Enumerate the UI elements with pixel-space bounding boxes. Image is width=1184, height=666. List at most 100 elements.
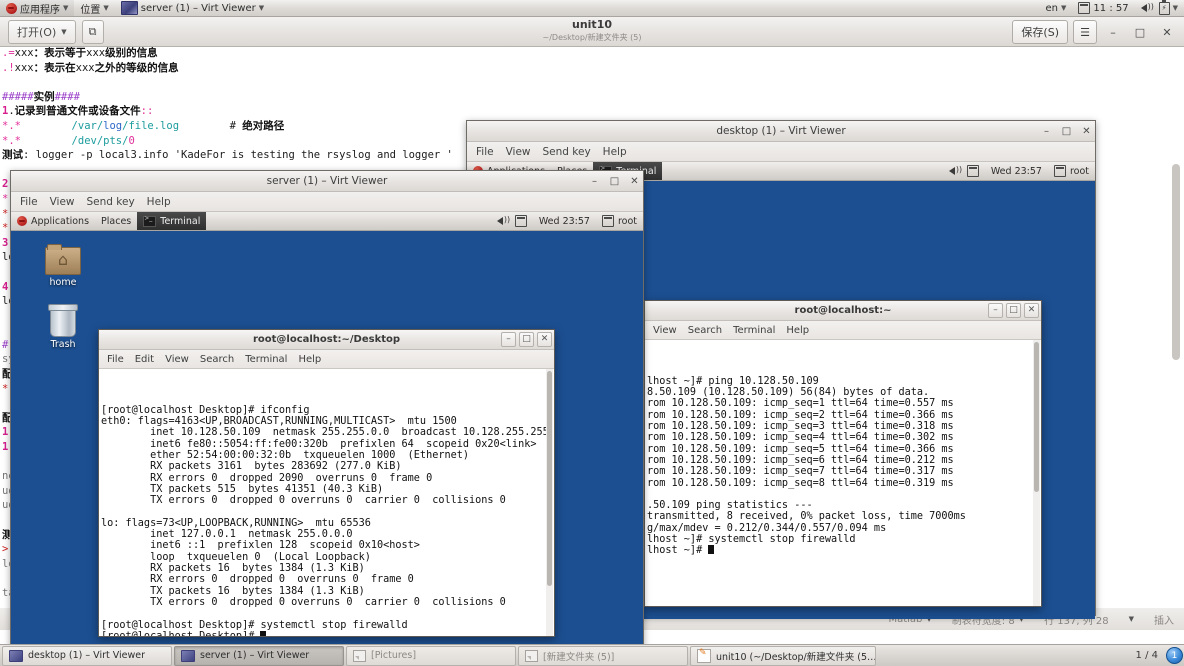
- menu-send-key[interactable]: Send key: [87, 196, 135, 208]
- open-file-button[interactable]: 打开(O) ▼: [8, 20, 76, 44]
- close-button[interactable]: ✕: [1156, 21, 1178, 43]
- menu-help[interactable]: Help: [147, 196, 171, 208]
- desktop-icon-trash[interactable]: Trash: [33, 304, 93, 350]
- keyboard-layout-indicator[interactable]: en ▼: [1040, 0, 1073, 16]
- workspace-switcher[interactable]: 1: [1166, 647, 1183, 664]
- menu-file[interactable]: File: [476, 146, 494, 158]
- taskbar-button-gedit[interactable]: unit10 (~/Desktop/新建文件夹 (5…: [690, 645, 876, 666]
- taskbar-button-server-vm[interactable]: server (1) – Virt Viewer: [174, 645, 344, 666]
- clock-indicator[interactable]: 11 : 57: [1072, 0, 1134, 16]
- scrollbar-thumb[interactable]: [1034, 342, 1039, 492]
- goto-line-dropdown[interactable]: ▼: [1119, 615, 1144, 623]
- server-vm-terminal-window[interactable]: root@localhost:~/Desktop – □ ✕ File Edit…: [98, 329, 555, 637]
- desktop-terminal-titlebar[interactable]: root@localhost:~ – □ ✕: [645, 301, 1041, 321]
- image-icon: [353, 649, 366, 662]
- terminal-line: ether 52:54:00:00:32:0b txqueuelen 1000 …: [101, 450, 470, 462]
- scrollbar-thumb[interactable]: [547, 371, 552, 586]
- minimize-icon[interactable]: –: [501, 332, 516, 347]
- taskbar-button-label: server (1) – Virt Viewer: [200, 650, 310, 661]
- terminal-scrollbar[interactable]: [1033, 340, 1040, 606]
- applications-menu[interactable]: 应用程序 ▼: [0, 0, 75, 16]
- server-terminal-output[interactable]: [root@localhost Desktop]# ifconfig eth0: …: [99, 369, 554, 636]
- guest-network-indicator[interactable]: [961, 162, 985, 180]
- taskbar-button-pictures[interactable]: [Pictures]: [346, 645, 516, 666]
- document-span: 测试: [2, 149, 23, 162]
- menu-help[interactable]: Help: [786, 325, 809, 336]
- server-vm-titlebar[interactable]: server (1) – Virt Viewer – □ ✕: [11, 171, 643, 192]
- close-icon[interactable]: ✕: [1024, 303, 1039, 318]
- desktop-vm-titlebar[interactable]: desktop (1) – Virt Viewer – □ ✕: [467, 121, 1095, 142]
- document-span: 1: [2, 441, 9, 454]
- minimize-button[interactable]: –: [1102, 21, 1124, 43]
- guest-clock[interactable]: Wed 23:57: [985, 162, 1048, 180]
- gedit-titlebar: 打开(O) ▼ ⧉ unit10 ~/Desktop/新建文件夹 (5) 保存(…: [0, 16, 1184, 47]
- terminal-line: rom 10.128.50.109: icmp_seq=3 ttl=64 tim…: [647, 421, 954, 433]
- minimize-icon[interactable]: –: [988, 303, 1003, 318]
- close-icon[interactable]: ✕: [629, 176, 640, 187]
- menu-help[interactable]: Help: [603, 146, 627, 158]
- scrollbar-thumb[interactable]: [1172, 164, 1180, 360]
- guest-network-indicator[interactable]: [509, 212, 533, 230]
- menu-view[interactable]: View: [50, 196, 75, 208]
- maximize-icon[interactable]: □: [1061, 126, 1072, 137]
- menu-file[interactable]: File: [20, 196, 38, 208]
- menu-view[interactable]: View: [165, 354, 189, 365]
- desktop-vm-terminal-window[interactable]: root@localhost:~ – □ ✕ View Search Termi…: [644, 300, 1042, 607]
- document-span: ####: [54, 90, 80, 103]
- terminal-scrollbar[interactable]: [546, 369, 553, 636]
- document-span: .!: [2, 61, 15, 74]
- menu-view[interactable]: View: [506, 146, 531, 158]
- server-terminal-titlebar[interactable]: root@localhost:~/Desktop – □ ✕: [99, 330, 554, 350]
- save-button[interactable]: 保存(S): [1012, 20, 1068, 44]
- taskbar-button-new-folder[interactable]: [新建文件夹 (5)]: [518, 645, 688, 666]
- minimize-icon[interactable]: –: [1041, 126, 1052, 137]
- guest-user-menu[interactable]: root: [1048, 162, 1095, 180]
- guest-clock[interactable]: Wed 23:57: [533, 212, 596, 230]
- guest-places-menu[interactable]: Places: [95, 212, 137, 230]
- menu-edit[interactable]: Edit: [135, 354, 154, 365]
- guest-terminal-task[interactable]: Terminal: [137, 212, 207, 230]
- close-icon[interactable]: ✕: [537, 332, 552, 347]
- desktop-terminal-menubar: View Search Terminal Help: [645, 321, 1041, 340]
- desktop-icon-label: home: [49, 277, 77, 288]
- desktop-icon-home[interactable]: home: [33, 244, 93, 288]
- guest-user-menu[interactable]: root: [596, 212, 643, 230]
- menu-help[interactable]: Help: [298, 354, 321, 365]
- minimize-icon[interactable]: –: [589, 176, 600, 187]
- menu-view[interactable]: View: [653, 325, 677, 336]
- document-span: *: [2, 207, 9, 220]
- taskbar-button-desktop-vm[interactable]: desktop (1) – Virt Viewer: [2, 645, 172, 666]
- document-span: 级别的信息: [105, 47, 158, 59]
- hamburger-menu-icon[interactable]: ☰: [1073, 20, 1097, 44]
- maximize-icon[interactable]: □: [1006, 303, 1021, 318]
- active-window-menu[interactable]: server (1) – Virt Viewer ▼: [115, 0, 270, 16]
- terminal-line: loop txqueuelen 0 (Local Loopback): [101, 551, 371, 563]
- guest-volume-indicator[interactable]: [943, 162, 962, 180]
- new-tab-button[interactable]: ⧉: [81, 20, 104, 44]
- battery-indicator[interactable]: ⚡ ▼: [1153, 0, 1184, 16]
- maximize-button[interactable]: □: [1129, 21, 1151, 43]
- desktop-vm-menubar: File View Send key Help: [467, 142, 1095, 162]
- guest-volume-indicator[interactable]: [491, 212, 510, 230]
- maximize-icon[interactable]: □: [609, 176, 620, 187]
- desktop-terminal-output[interactable]: lhost ~]# ping 10.128.50.109 8.50.109 (10…: [645, 340, 1041, 606]
- server-vm-window[interactable]: server (1) – Virt Viewer – □ ✕ File View…: [10, 170, 644, 650]
- maximize-icon[interactable]: □: [519, 332, 534, 347]
- menu-search[interactable]: Search: [200, 354, 234, 365]
- chevron-down-icon: ▼: [1172, 4, 1178, 12]
- document-scrollbar[interactable]: [1172, 48, 1180, 604]
- server-vm-guest-desktop[interactable]: home Trash root@localhost:~/Desktop – □ …: [11, 231, 643, 650]
- close-icon[interactable]: ✕: [1081, 126, 1092, 137]
- guest-applications-menu[interactable]: Applications: [11, 212, 95, 230]
- menu-terminal[interactable]: Terminal: [245, 354, 287, 365]
- places-menu[interactable]: 位置 ▼: [74, 0, 114, 16]
- menu-terminal[interactable]: Terminal: [733, 325, 775, 336]
- applications-menu-label: 应用程序: [20, 4, 60, 16]
- menu-file[interactable]: File: [107, 354, 124, 365]
- menu-send-key[interactable]: Send key: [543, 146, 591, 158]
- volume-indicator[interactable]: [1135, 0, 1154, 16]
- document-span: 0: [128, 134, 135, 147]
- document-span: #: [2, 338, 9, 351]
- menu-search[interactable]: Search: [688, 325, 722, 336]
- server-terminal-controls: – □ ✕: [501, 332, 552, 347]
